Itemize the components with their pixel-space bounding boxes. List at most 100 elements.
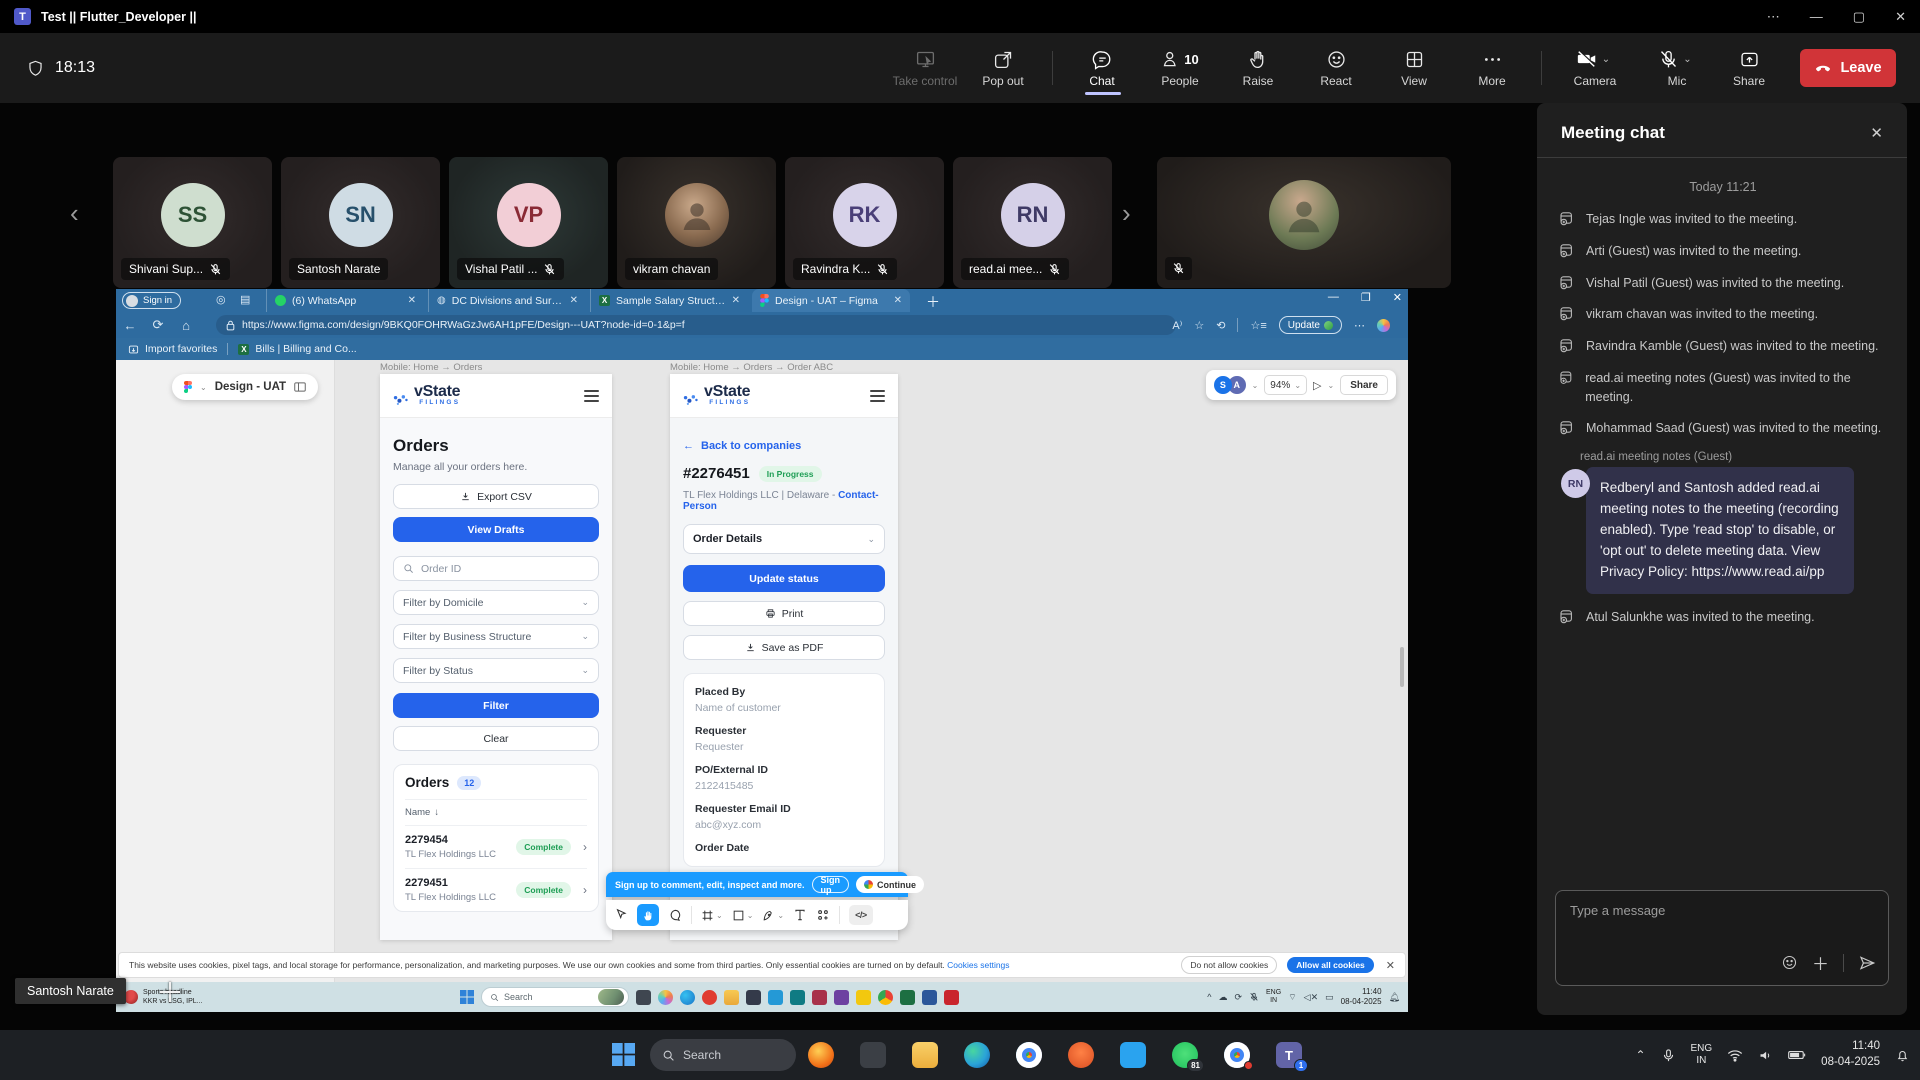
hamburger-menu-icon[interactable] [584, 390, 599, 402]
pinned-app-icon[interactable] [944, 990, 959, 1005]
hamburger-menu-icon[interactable] [870, 390, 885, 402]
taskbar-icon-vscode[interactable] [1120, 1042, 1146, 1068]
pinned-app-icon[interactable] [812, 990, 827, 1005]
mic-options-chevron[interactable]: ⌄ [1683, 54, 1691, 65]
chat-composer[interactable]: Type a message ＋ [1555, 890, 1889, 986]
window-more-icon[interactable]: ⋯ [1767, 9, 1780, 25]
update-status-button[interactable]: Update status [683, 565, 885, 592]
clear-button[interactable]: Clear [393, 726, 599, 751]
filter-button[interactable]: Filter [393, 693, 599, 718]
new-tab-button[interactable]: ＋ [926, 292, 940, 312]
leave-button[interactable]: Leave [1800, 49, 1896, 87]
bookmark-bills[interactable]: X Bills | Billing and Co... [238, 343, 356, 355]
home-icon[interactable]: ⌂ [172, 318, 200, 333]
present-icon[interactable]: ▷ [1313, 379, 1321, 392]
language-indicator[interactable]: ENG IN [1691, 1043, 1713, 1068]
back-icon[interactable]: ← [116, 318, 144, 333]
hand-tool-icon[interactable] [637, 904, 659, 926]
participant-tile[interactable]: SN Santosh Narate [281, 157, 440, 288]
save-as-pdf-button[interactable]: Save as PDF [683, 635, 885, 660]
battery-icon[interactable] [1788, 1049, 1806, 1061]
participant-tile[interactable]: vikram chavan [617, 157, 776, 288]
browser-workspaces-icon[interactable]: ◎ [216, 293, 226, 306]
filter-status-select[interactable]: Filter by Status⌄ [393, 658, 599, 683]
pinned-app-icon[interactable] [768, 990, 783, 1005]
pen-tool-icon[interactable]: ⌄ [762, 909, 784, 922]
tray-mic-muted-icon[interactable] [1249, 992, 1259, 1002]
canvas-scrollbar[interactable] [1400, 647, 1404, 687]
tab-dc-divisions[interactable]: ◍ DC Divisions and Surroundings ✕ [428, 289, 586, 312]
volume-icon[interactable] [1758, 1048, 1773, 1063]
import-favorites-button[interactable]: Import favorites [128, 343, 217, 355]
cookie-settings-link[interactable]: Cookies settings [947, 960, 1009, 970]
frame-tool-icon[interactable]: ⌄ [701, 909, 723, 922]
chevron-down-icon[interactable]: ⌄ [200, 383, 207, 392]
shared-language-indicator[interactable]: ENG IN [1266, 989, 1281, 1006]
browser-tab-actions-icon[interactable]: ▤ [240, 293, 250, 306]
chat-message-list[interactable]: Today 11:21 Tejas Ingle was invited to t… [1537, 158, 1907, 626]
shared-search-box[interactable]: Search [481, 987, 629, 1007]
pinned-app-icon[interactable] [900, 990, 915, 1005]
start-button[interactable] [612, 1043, 635, 1066]
share-button[interactable]: Share [1720, 49, 1778, 88]
strip-scroll-right-icon[interactable]: › [1122, 198, 1131, 229]
sort-desc-icon[interactable]: ↓ [434, 807, 439, 818]
collaborator-avatar[interactable]: S [1214, 376, 1232, 394]
window-maximize-button[interactable]: ▢ [1853, 9, 1865, 25]
dev-mode-toggle[interactable]: </> [849, 905, 873, 925]
taskbar-icon-file-explorer[interactable] [912, 1042, 938, 1068]
move-tool-icon[interactable] [614, 908, 628, 922]
chevron-right-icon[interactable]: › [583, 840, 587, 854]
tray-notification-icon[interactable]: 🔔︎ [1389, 992, 1400, 1003]
tab-close-icon[interactable]: ✕ [408, 295, 416, 306]
windows-start-icon[interactable] [460, 990, 474, 1004]
shape-tool-icon[interactable]: ⌄ [732, 909, 754, 922]
taskbar-clock[interactable]: 11:40 08-04-2025 [1821, 1039, 1880, 1070]
strip-scroll-left-icon[interactable]: ‹ [70, 198, 79, 229]
figma-share-button[interactable]: Share [1340, 375, 1388, 395]
print-button[interactable]: Print [683, 601, 885, 626]
raise-hand-button[interactable]: Raise [1223, 49, 1293, 88]
participant-tile[interactable]: RK Ravindra K... [785, 157, 944, 288]
filter-business-structure-select[interactable]: Filter by Business Structure⌄ [393, 624, 599, 649]
wifi-icon[interactable] [1727, 1049, 1743, 1062]
order-details-select[interactable]: Order Details ⌄ [683, 524, 885, 554]
refresh-icon[interactable]: ⟳ [144, 317, 172, 333]
tab-close-icon[interactable]: ✕ [894, 295, 902, 306]
camera-button[interactable]: ⌄ Camera [1556, 48, 1634, 88]
people-button[interactable]: 10 People [1145, 49, 1215, 88]
tray-update-icon[interactable]: ⟳ [1234, 992, 1242, 1003]
tray-chevron-icon[interactable]: ⌃ [1635, 1048, 1645, 1062]
pinned-app-icon[interactable] [856, 990, 871, 1005]
chevron-down-icon[interactable]: ⌄ [1252, 381, 1259, 390]
pinned-app-icon[interactable] [790, 990, 805, 1005]
tab-salary-sheet[interactable]: X Sample Salary Structure with calc ✕ [590, 289, 748, 312]
zoom-level-select[interactable]: 94%⌄ [1264, 375, 1307, 395]
react-button[interactable]: React [1301, 49, 1371, 88]
assets-tool-icon[interactable] [816, 908, 830, 922]
pinned-app-icon[interactable] [834, 990, 849, 1005]
read-aloud-icon[interactable]: A⁾ [1172, 319, 1182, 332]
column-name[interactable]: Name [405, 807, 430, 818]
pinned-app-icon[interactable] [636, 990, 651, 1005]
chat-message[interactable]: RN Redberyl and Santosh added read.ai me… [1559, 467, 1887, 594]
tab-figma-active[interactable]: Design - UAT – Figma ✕ [752, 289, 910, 312]
participant-tile[interactable]: VP Vishal Patil ... [449, 157, 608, 288]
send-icon[interactable] [1858, 954, 1876, 972]
tab-whatsapp[interactable]: (6) WhatsApp ✕ [266, 289, 424, 312]
figma-frame-orders[interactable]: vState FILINGS Orders Manage all your or… [380, 374, 612, 940]
taskbar-icon-edge[interactable] [964, 1042, 990, 1068]
participant-tile-spotlight[interactable] [1157, 157, 1451, 288]
tray-volume-muted-icon[interactable]: ◁✕ [1304, 992, 1318, 1003]
pinned-app-icon[interactable] [658, 990, 673, 1005]
tray-onedrive-icon[interactable]: ☁ [1218, 992, 1227, 1003]
tray-mic-icon[interactable] [1661, 1048, 1676, 1063]
chevron-down-icon[interactable]: ⌄ [1327, 381, 1334, 390]
mic-button[interactable]: ⌄ Mic [1642, 49, 1712, 88]
filter-domicile-select[interactable]: Filter by Domicile⌄ [393, 590, 599, 615]
browser-signin-button[interactable]: Sign in [122, 292, 181, 309]
google-continue-button[interactable]: Continue [856, 876, 924, 893]
cookie-close-icon[interactable]: ✕ [1386, 959, 1395, 972]
tab-close-icon[interactable]: ✕ [732, 295, 740, 306]
taskbar-icon-whatsapp[interactable]: 81 [1172, 1042, 1198, 1068]
